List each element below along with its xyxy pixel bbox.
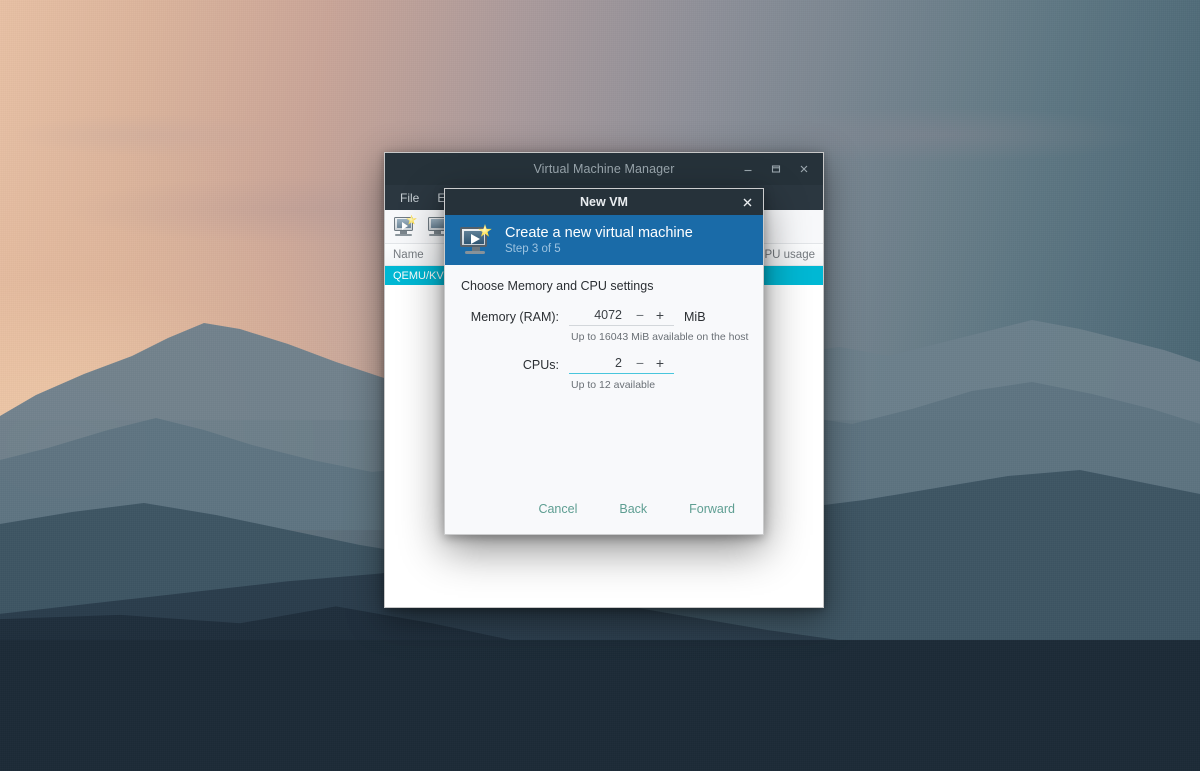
memory-hint-row: Up to 16043 MiB available on the host [461, 328, 749, 343]
cpus-value[interactable]: 2 [573, 356, 630, 370]
window-titlebar[interactable]: Virtual Machine Manager [385, 153, 823, 185]
cpus-field-row: CPUs: 2 − + [461, 355, 747, 374]
dialog-body: Choose Memory and CPU settings Memory (R… [445, 265, 763, 484]
memory-stepper[interactable]: 4072 − + [569, 307, 674, 326]
dialog-close-icon[interactable] [737, 192, 757, 212]
close-icon[interactable] [791, 156, 817, 182]
dialog-banner: Create a new virtual machine Step 3 of 5 [445, 215, 763, 265]
cpus-hint-row: Up to 12 available [461, 376, 747, 391]
memory-increment-button[interactable]: + [650, 308, 670, 322]
banner-step-indicator: Step 3 of 5 [505, 242, 561, 255]
memory-field-row: Memory (RAM): 4072 − + MiB [461, 307, 747, 326]
memory-hint: Up to 16043 MiB available on the host [571, 331, 749, 343]
cpus-hint: Up to 12 available [571, 379, 656, 391]
menu-file[interactable]: File [393, 188, 426, 208]
banner-title: Create a new virtual machine [505, 224, 693, 241]
memory-unit-label: MiB [684, 309, 706, 324]
cpus-label: CPUs: [522, 357, 559, 372]
window-controls [735, 153, 817, 185]
dialog-filler [461, 403, 747, 484]
dialog-title: New VM [580, 195, 628, 209]
new-vm-dialog: New VM Create a new virtual machine Step… [444, 188, 764, 535]
create-vm-icon [459, 224, 493, 255]
memory-decrement-button[interactable]: − [630, 308, 650, 322]
cpus-increment-button[interactable]: + [650, 356, 670, 370]
cpus-stepper[interactable]: 2 − + [569, 355, 674, 374]
back-button[interactable]: Back [615, 496, 651, 522]
memory-label: Memory (RAM): [470, 309, 559, 324]
dialog-footer: Cancel Back Forward [445, 484, 763, 534]
memory-value[interactable]: 4072 [573, 308, 630, 322]
wallpaper-foreground [0, 640, 1200, 771]
minimize-icon[interactable] [735, 156, 761, 182]
section-label: Choose Memory and CPU settings [461, 279, 654, 293]
new-vm-icon[interactable] [391, 214, 417, 239]
forward-button[interactable]: Forward [685, 496, 739, 522]
cancel-button[interactable]: Cancel [534, 496, 581, 522]
maximize-icon[interactable] [763, 156, 789, 182]
banner-text: Create a new virtual machine Step 3 of 5 [505, 224, 693, 257]
dialog-titlebar[interactable]: New VM [445, 189, 763, 215]
cpus-decrement-button[interactable]: − [630, 356, 650, 370]
